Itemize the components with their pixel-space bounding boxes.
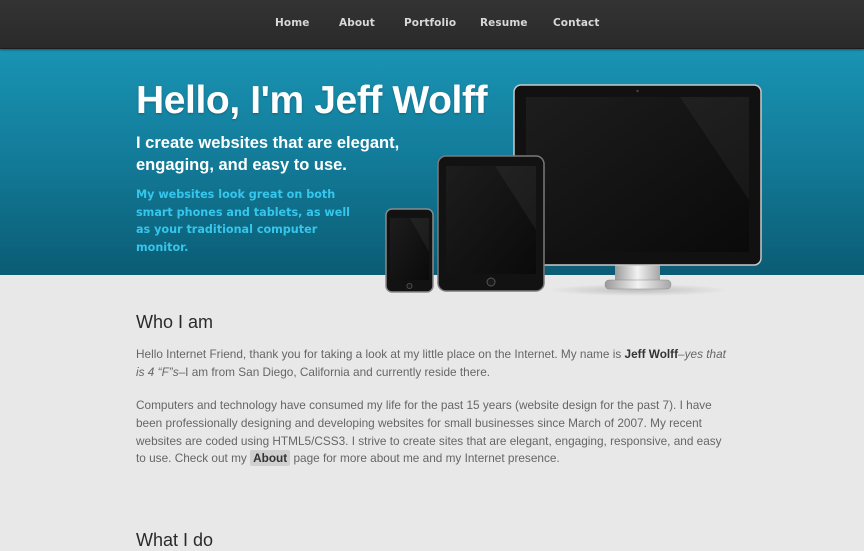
devices-illustration — [385, 84, 762, 296]
nav-portfolio[interactable]: Portfolio — [404, 17, 456, 29]
hero-blurb: My websites look great on both smart pho… — [136, 188, 350, 255]
intro-text: Hello Internet Friend, thank you for tak… — [136, 347, 625, 361]
main-content: Who I am Hello Internet Friend, thank yo… — [136, 312, 726, 550]
tablet-icon — [437, 155, 545, 292]
nav-resume[interactable]: Resume — [480, 17, 528, 29]
nav-about[interactable]: About — [339, 17, 375, 29]
monitor-icon — [513, 84, 762, 296]
who-i-am-heading: Who I am — [136, 312, 214, 332]
intro-text-end: –I am from San Diego, California and cur… — [178, 364, 491, 379]
author-name: Jeff Wolff — [624, 347, 679, 361]
phone-icon — [385, 208, 434, 293]
background-paragraph: Computers and technology have consumed m… — [136, 397, 726, 468]
background-text-end: page for more about me and my Internet p… — [290, 451, 560, 466]
intro-paragraph: Hello Internet Friend, thank you for tak… — [136, 346, 726, 382]
top-navigation: Home About Portfolio Resume Contact — [0, 0, 864, 49]
nav-contact[interactable]: Contact — [553, 17, 599, 29]
what-i-do-heading: What I do — [136, 530, 214, 550]
about-link[interactable]: About — [250, 450, 291, 467]
nav-home[interactable]: Home — [275, 17, 309, 29]
